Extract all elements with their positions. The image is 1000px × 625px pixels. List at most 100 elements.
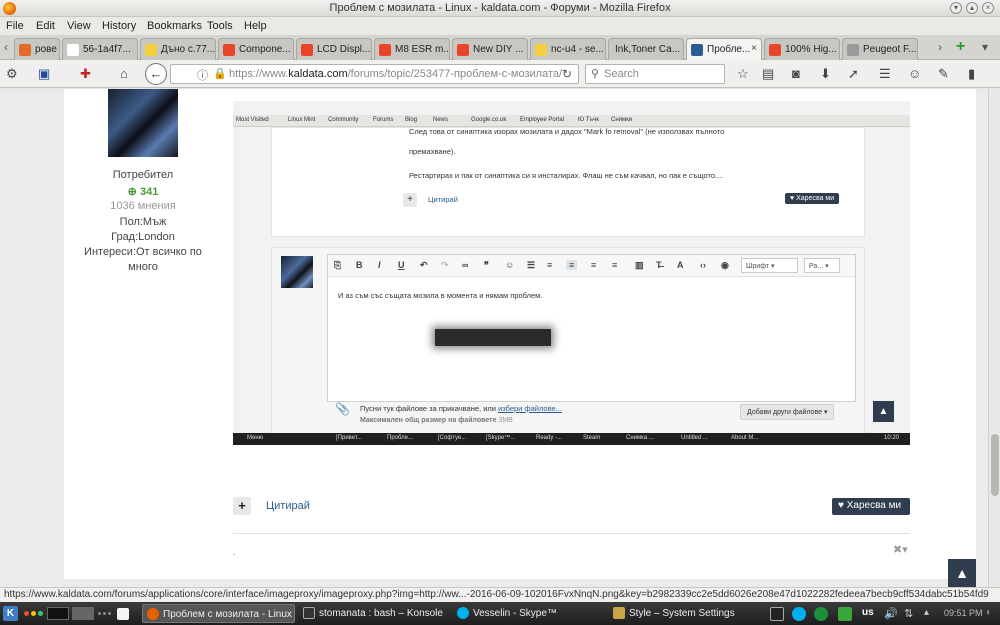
tab[interactable]: рове и... [14,38,60,60]
multiquote-plus-button[interactable]: + [233,497,251,515]
preview-icon: ◉ [721,260,729,270]
paste-icon: ▥ [635,260,644,270]
task-skype[interactable]: Vesselin - Skype™ [453,604,605,623]
tab-active[interactable]: Пробле... × [686,38,762,60]
check-tray-icon[interactable] [838,607,852,621]
author-city: Град:London [111,231,175,243]
tab-favicon-icon [145,44,157,56]
maximize-icon[interactable]: ▴ [966,2,978,14]
menu-file[interactable]: File [6,20,24,32]
close-tab-icon[interactable]: × [751,43,757,54]
skype-tray-icon[interactable] [792,607,806,621]
dot-icon [38,611,43,616]
search-input[interactable]: ⚲ Search [585,64,725,84]
shot-editor: ⎘ B I U ↶ ↷ ∞ ❞ ☺ ☰ ≡ ≡ ≡ ≡ ▥ T̶ A ‹› ◉ … [327,254,856,402]
keyboard-layout[interactable]: us [862,607,874,618]
expand-tray-icon[interactable]: ▴ [924,607,938,621]
extension-icon[interactable]: ✎ [938,66,949,82]
downloads-icon[interactable]: ⬇ [820,66,831,82]
tab[interactable]: M8 ESR m... [374,38,450,60]
tab[interactable]: Дъно с.77... [140,38,216,60]
url-text[interactable]: https://www.kaldata.com/forums/topic/253… [229,68,562,80]
bookmark-star-icon[interactable]: ☆ [737,66,749,82]
shot-post-line: премахване). [409,147,456,156]
menu-history[interactable]: History [102,20,136,32]
pager-dot-icon [98,612,101,615]
volume-icon[interactable]: 🔊 [884,607,898,621]
menu-bookmarks[interactable]: Bookmarks [147,20,202,32]
menu-bar: File Edit View History Bookmarks Tools H… [0,17,1000,35]
tab[interactable]: Ink,Toner Ca... [608,38,684,60]
tab-favicon-icon [19,44,31,56]
shot-attach-limit: Максимален общ размер на файловете 3MB [360,417,513,424]
info-icon[interactable]: ⓘ [197,67,208,83]
close-dropdown-icon[interactable]: ✖▾ [893,543,908,556]
menu-help[interactable]: Help [244,20,267,32]
desktop-pager-1[interactable] [47,607,69,620]
task-system-settings[interactable]: Style – System Settings [609,604,759,623]
save-icon[interactable]: ▣ [38,66,50,82]
send-icon[interactable]: ➚ [848,66,859,82]
tab-label: New DIY ... [473,44,524,55]
network-icon[interactable]: ⇅ [904,607,918,621]
terminal-tray-icon[interactable] [770,607,784,621]
tab[interactable]: 56-1a4f7... [62,38,138,60]
tab[interactable]: nc-u4 - se... [530,38,606,60]
tab[interactable]: LCD Displ... [296,38,372,60]
quote-link[interactable]: Цитирай [266,500,310,512]
shot-task: Пробле... [387,435,413,441]
task-firefox[interactable]: Проблем с мозилата - Linux ... [142,604,295,623]
tab-favicon-icon [67,44,79,56]
url-bar[interactable]: ⓘ 🔒 https://www.kaldata.com/forums/topic… [170,64,579,84]
list-tabs-icon[interactable]: ▾ [982,40,988,54]
cashew-icon[interactable]: ◐ [986,607,998,621]
hamburger-menu-icon[interactable]: ☰ [879,66,891,82]
plus-red-icon[interactable]: ✚ [80,66,91,82]
like-button[interactable]: ♥ Харесва ми [832,498,910,515]
tools-icon[interactable]: ⚙ [6,66,18,82]
tab[interactable]: Compone... [218,38,294,60]
align-right-icon: ≡ [612,260,618,270]
reading-list-icon[interactable]: ▤ [762,66,774,82]
shot-task: Untitled ... [681,435,709,441]
tab-label: Compone... [239,44,291,55]
show-desktop-icon[interactable] [117,608,129,620]
shot-task: Ready -... [536,435,563,441]
embedded-screenshot[interactable]: Most Visited Linux Mint Community Forums… [233,101,910,445]
clock[interactable]: 09:51 PM [944,608,983,618]
kde-menu-icon[interactable]: K [3,606,18,621]
scrollbar-thumb[interactable] [991,434,999,496]
tabs-scroll-left-icon[interactable]: ‹ [4,40,8,54]
desktop-pager-2[interactable] [72,607,94,620]
tab-label: 100% Hig... [785,44,837,55]
tab[interactable]: New DIY ... [452,38,528,60]
close-window-icon[interactable]: × [982,2,994,14]
tab[interactable]: 100% Hig... [764,38,840,60]
status-ok-icon[interactable] [814,607,828,621]
scroll-to-top-button[interactable]: ▲ [948,559,976,587]
shot-more-files-button: Добави други файлове ▾ [740,404,835,420]
shot-bookmark: Most Visited [236,117,269,123]
menu-edit[interactable]: Edit [36,20,55,32]
menu-tools[interactable]: Tools [207,20,233,32]
post-dot: . [233,547,236,557]
new-tab-icon[interactable]: + [956,38,965,56]
pocket-icon[interactable]: ◙ [792,66,800,81]
reload-icon[interactable]: ↻ [562,67,572,81]
tab[interactable]: Peugeot F... [842,38,918,60]
undo-icon: ↶ [420,260,428,270]
window-menu-icon[interactable]: ▾ [950,2,962,14]
menu-view[interactable]: View [67,20,91,32]
page-scrollbar[interactable] [988,89,1000,587]
emoji-icon[interactable]: ☺ [908,66,921,81]
author-interests-cont: много [128,261,158,273]
numbered-list-icon: ≡ [547,260,553,270]
shot-task: About M... [731,435,759,441]
author-avatar[interactable] [108,89,178,157]
tabs-scroll-right-icon[interactable]: › [938,40,942,54]
back-button[interactable]: ← [145,63,167,85]
home-icon[interactable]: ⌂ [120,66,128,81]
clipboard-icon[interactable]: ▮ [968,66,975,82]
task-konsole[interactable]: stomanata : bash – Konsole [299,604,449,623]
shot-scroll-top-icon: ▲ [873,401,894,422]
